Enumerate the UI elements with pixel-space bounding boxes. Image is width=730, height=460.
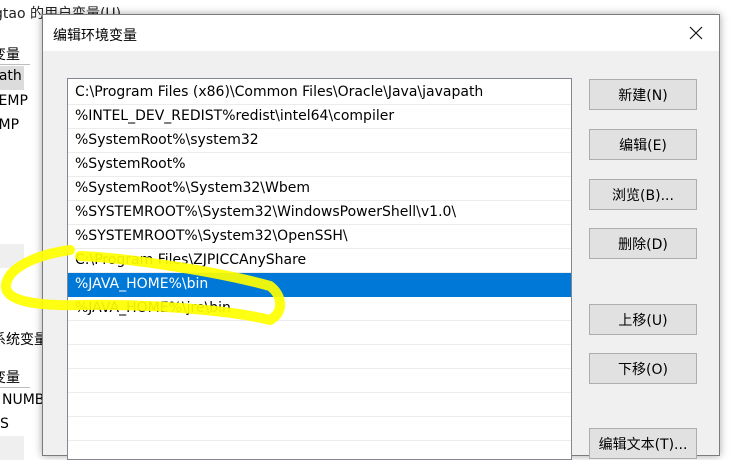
- move-up-button[interactable]: 上移(U): [589, 304, 697, 335]
- scroll-area: [0, 244, 24, 268]
- list-item[interactable]: %JAVA_HOME%\jre\bin: [68, 297, 571, 321]
- user-variables-header: 变量: [0, 47, 20, 63]
- move-down-button[interactable]: 下移(O): [589, 353, 697, 384]
- edit-button[interactable]: 编辑(E): [589, 129, 697, 160]
- user-variable-path[interactable]: Path: [0, 68, 22, 84]
- list-item[interactable]: %SYSTEMROOT%\System32\OpenSSH\: [68, 225, 571, 249]
- list-item[interactable]: %SYSTEMROOT%\System32\WindowsPowerShell\…: [68, 201, 571, 225]
- empty-list-row: [68, 321, 571, 345]
- empty-list-row: [68, 417, 571, 441]
- list-item[interactable]: %INTEL_DEV_REDIST%redist\intel64\compile…: [68, 105, 571, 129]
- empty-list-row: [68, 345, 571, 369]
- user-variable-temp[interactable]: TEMP: [0, 93, 28, 109]
- system-variables-header: 变量: [0, 370, 20, 386]
- system-variable-os[interactable]: OS: [0, 416, 9, 432]
- header-divider: [0, 64, 30, 65]
- empty-list-row: [68, 369, 571, 393]
- edit-environment-variable-dialog: 编辑环境变量 C:\Program Files (x86)\Common Fil…: [42, 14, 720, 460]
- new-button[interactable]: 新建(N): [589, 79, 697, 110]
- header-divider: [0, 387, 30, 388]
- close-button[interactable]: [673, 15, 719, 51]
- delete-button[interactable]: 删除(D): [589, 228, 697, 259]
- list-item[interactable]: C:\Program Files (x86)\Common Files\Orac…: [68, 81, 571, 105]
- empty-list-row: [68, 393, 571, 417]
- list-item[interactable]: %SystemRoot%\System32\Wbem: [68, 177, 571, 201]
- dialog-title: 编辑环境变量: [53, 28, 137, 44]
- scroll-area: [0, 436, 24, 460]
- edit-text-button[interactable]: 编辑文本(T)...: [589, 428, 697, 459]
- list-item[interactable]: C:\Program Files\ZJPICCAnyShare: [68, 249, 571, 273]
- user-variable-tmp[interactable]: TMP: [0, 117, 19, 133]
- path-list[interactable]: C:\Program Files (x86)\Common Files\Orac…: [67, 78, 572, 460]
- dialog-titlebar[interactable]: 编辑环境变量: [43, 15, 719, 51]
- list-item[interactable]: %SystemRoot%: [68, 153, 571, 177]
- list-item[interactable]: %SystemRoot%\system32: [68, 129, 571, 153]
- browse-button[interactable]: 浏览(B)...: [589, 179, 697, 210]
- close-icon: [689, 26, 703, 40]
- list-item-selected[interactable]: %JAVA_HOME%\bin: [68, 273, 571, 297]
